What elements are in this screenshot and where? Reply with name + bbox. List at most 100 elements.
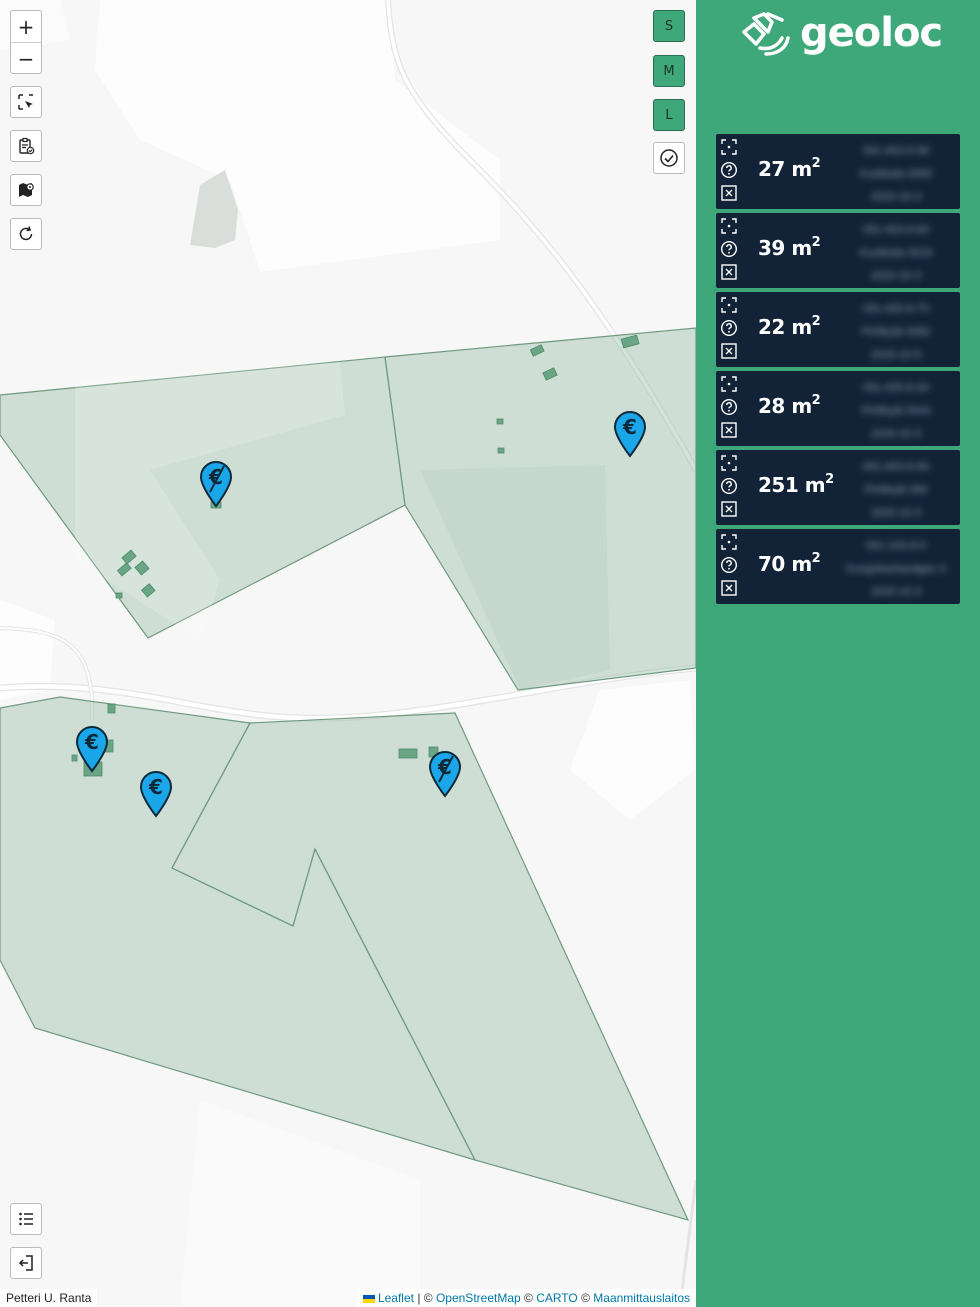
euro-marker[interactable]: € — [139, 770, 173, 818]
close-icon[interactable] — [720, 500, 738, 518]
area-unit-exponent: 2 — [811, 314, 821, 329]
area-unit-exponent: 2 — [811, 393, 821, 408]
report-button[interactable] — [10, 130, 42, 162]
parcel-card[interactable]: 39 m2 091-403-6-60 Kuokkala 3019 2020-10-3 — [716, 213, 960, 288]
card-actions — [720, 217, 740, 281]
parcel-name: Pirttikylä 390 — [864, 484, 928, 496]
area-unit: m — [791, 394, 812, 418]
close-icon[interactable] — [720, 263, 738, 281]
focus-icon[interactable] — [720, 138, 738, 156]
map-layers-button[interactable] — [10, 174, 42, 206]
area-value: 70 — [758, 552, 785, 576]
card-actions — [720, 454, 740, 518]
zoom-out-button[interactable]: − — [11, 43, 41, 74]
close-icon[interactable] — [720, 579, 738, 597]
parcel-details: 091-405-6-34 Pirttikylä 5043 2020-10-3 — [838, 377, 954, 446]
parcel-name: Kungsbackavägen 4 — [846, 563, 946, 575]
parcel-id: 091-403-6-58 — [862, 145, 930, 157]
refresh-icon — [19, 226, 33, 241]
help-icon[interactable] — [720, 556, 738, 574]
parcel-date: 2020-10-3 — [870, 428, 922, 440]
svg-text:€: € — [437, 755, 452, 779]
parcel-details: 091-403-6-58 Kuokkala 3082 2020-10-3 — [838, 140, 954, 209]
parcel-details: 091-403-6-60 Kuokkala 3019 2020-10-3 — [838, 219, 954, 288]
parcel-details: 091-103-6-5 Kungsbackavägen 4 2020-10-3 — [838, 535, 954, 604]
focus-icon[interactable] — [720, 454, 738, 472]
euro-crossed-marker-icon: € — [199, 461, 233, 508]
euro-marker-icon: € — [139, 771, 173, 818]
geoloc-logo: geoloc — [740, 8, 943, 58]
user-name: Petteri U. Ranta — [0, 1289, 98, 1307]
size-s-button[interactable]: S — [653, 10, 685, 42]
parcel-id: 091-405-6-70 — [862, 303, 930, 315]
parcel-name: Pirttikylä 5043 — [861, 405, 931, 417]
close-icon[interactable] — [720, 342, 738, 360]
parcel-date: 2020-10-3 — [870, 586, 922, 598]
parcel-card[interactable]: 251 m2 091-403-6-60 Pirttikylä 390 2020-10-… — [716, 450, 960, 525]
area-unit: m — [804, 473, 826, 497]
close-icon[interactable] — [720, 184, 738, 202]
svg-text:€: € — [148, 775, 163, 799]
zoom-control: + − — [10, 10, 42, 74]
parcel-date: 2020-10-3 — [870, 191, 922, 203]
area-unit: m — [791, 157, 812, 181]
carto-link[interactable]: CARTO — [536, 1291, 578, 1305]
euro-marker-icon: € — [613, 411, 647, 458]
map-tiles — [0, 0, 696, 1307]
parcel-date: 2020-10-5 — [870, 349, 922, 361]
help-icon[interactable] — [720, 477, 738, 495]
euro-crossed-marker-icon: € — [428, 751, 462, 798]
size-m-button[interactable]: M — [653, 55, 685, 87]
logout-button[interactable] — [10, 1247, 42, 1279]
osm-link[interactable]: OpenStreetMap — [436, 1291, 521, 1305]
box-select-button[interactable] — [10, 86, 42, 118]
euro-crossed-marker[interactable]: € — [428, 750, 462, 798]
clipboard-check-icon — [19, 137, 35, 155]
logout-icon — [18, 1255, 33, 1271]
area-value: 39 — [758, 236, 785, 260]
area-unit-exponent: 2 — [811, 551, 821, 566]
map-view[interactable]: + − S M L € € € € € Petteri U. Ranta Lea… — [0, 0, 696, 1307]
refresh-button[interactable] — [10, 218, 42, 250]
zoom-in-button[interactable]: + — [11, 11, 41, 43]
size-l-button[interactable]: L — [653, 99, 685, 131]
parcel-details: 091-405-6-70 Pirttikylä 4082 2020-10-5 — [838, 298, 954, 367]
euro-crossed-marker[interactable]: € — [199, 460, 233, 508]
parcel-card[interactable]: 70 m2 091-103-6-5 Kungsbackavägen 4 2020-10… — [716, 529, 960, 604]
logo-text: geoloc — [800, 10, 943, 56]
focus-icon[interactable] — [720, 217, 738, 235]
close-icon[interactable] — [720, 421, 738, 439]
mml-link[interactable]: Maanmittauslaitos — [593, 1291, 690, 1305]
parcel-name: Pirttikylä 4082 — [861, 326, 931, 338]
parcel-name: Kuokkala 3019 — [859, 247, 933, 259]
confirm-button[interactable] — [653, 142, 685, 174]
help-icon[interactable] — [720, 161, 738, 179]
parcel-card[interactable]: 22 m2 091-405-6-70 Pirttikylä 4082 2020-10-… — [716, 292, 960, 367]
parcel-area: 28 m2 — [758, 393, 821, 418]
focus-icon[interactable] — [720, 375, 738, 393]
help-icon[interactable] — [720, 240, 738, 258]
list-button[interactable] — [10, 1203, 42, 1235]
help-icon[interactable] — [720, 398, 738, 416]
area-unit: m — [791, 552, 812, 576]
leaflet-link[interactable]: Leaflet — [378, 1291, 414, 1305]
focus-icon[interactable] — [720, 296, 738, 314]
parcel-details: 091-403-6-60 Pirttikylä 390 2020-10-3 — [838, 456, 954, 525]
card-actions — [720, 375, 740, 439]
area-value: 251 — [758, 473, 799, 497]
box-select-icon — [18, 94, 33, 110]
map-attribution: Leaflet | © OpenStreetMap © CARTO © Maan… — [356, 1289, 696, 1307]
parcel-card[interactable]: 28 m2 091-405-6-34 Pirttikylä 5043 2020-10-… — [716, 371, 960, 446]
euro-marker[interactable]: € — [613, 410, 647, 458]
card-actions — [720, 296, 740, 360]
euro-marker[interactable]: € — [75, 725, 109, 773]
parcel-id: 091-103-6-5 — [866, 540, 926, 552]
parcel-area: 39 m2 — [758, 235, 821, 260]
focus-icon[interactable] — [720, 533, 738, 551]
area-unit-exponent: 2 — [825, 472, 834, 487]
area-value: 27 — [758, 157, 785, 181]
help-icon[interactable] — [720, 319, 738, 337]
parcel-card[interactable]: 27 m2 091-403-6-58 Kuokkala 3082 2020-10-3 — [716, 134, 960, 209]
svg-text:€: € — [84, 730, 99, 754]
parcel-date: 2020-10-3 — [870, 507, 922, 519]
